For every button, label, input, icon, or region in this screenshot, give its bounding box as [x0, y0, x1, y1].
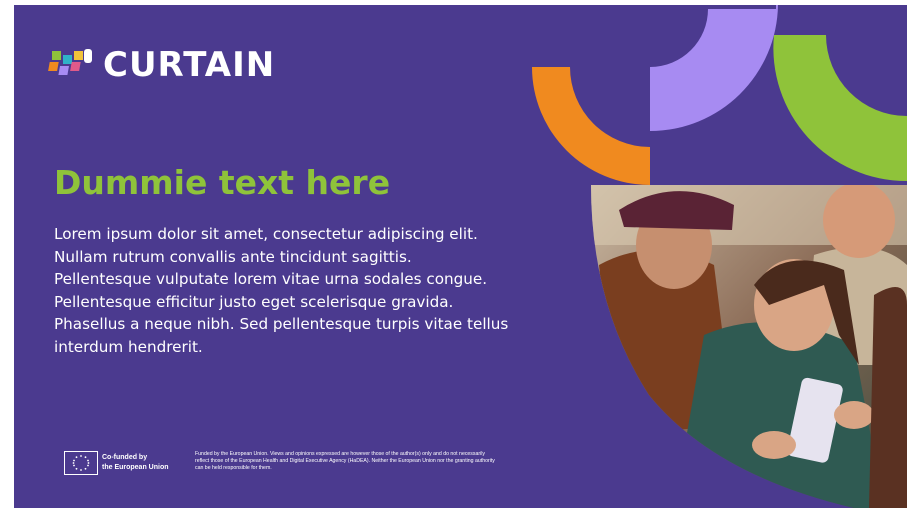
eu-cofunded-label: Co-funded by the European Union: [102, 453, 169, 473]
body-line: Pellentesque vulputate lorem vitae urna …: [54, 270, 488, 288]
eu-label-line: the European Union: [102, 464, 169, 471]
eu-label-line: Co-funded by: [102, 454, 148, 461]
eu-flag-icon: [64, 451, 98, 475]
slide-heading: Dummie text here: [54, 163, 391, 202]
brand-logo: CURTAIN: [52, 47, 275, 83]
orange-arc-shape: [532, 67, 650, 185]
funding-disclaimer: Funded by the European Union. Views and …: [195, 451, 495, 471]
slide-body-text: Lorem ipsum dolor sit amet, consectetur …: [54, 223, 544, 358]
body-line: Pellentesque efficitur justo eget sceler…: [54, 292, 454, 311]
green-arc-shape: [773, 35, 907, 182]
friends-photo: [591, 185, 907, 508]
brand-name: CURTAIN: [103, 45, 276, 85]
body-line: Phasellus a neque nibh. Sed pellentesque…: [54, 315, 509, 333]
lavender-arc-shape: [650, 5, 778, 131]
body-line: Lorem ipsum dolor sit amet, consectetur …: [54, 225, 478, 243]
body-line: interdum hendrerit.: [54, 337, 203, 356]
slide: CURTAIN Dummie text here Lorem ipsum dol…: [14, 5, 907, 508]
body-line: Nullam rutrum convallis ante tincidunt s…: [54, 247, 412, 266]
logo-mark-space: [52, 47, 100, 83]
